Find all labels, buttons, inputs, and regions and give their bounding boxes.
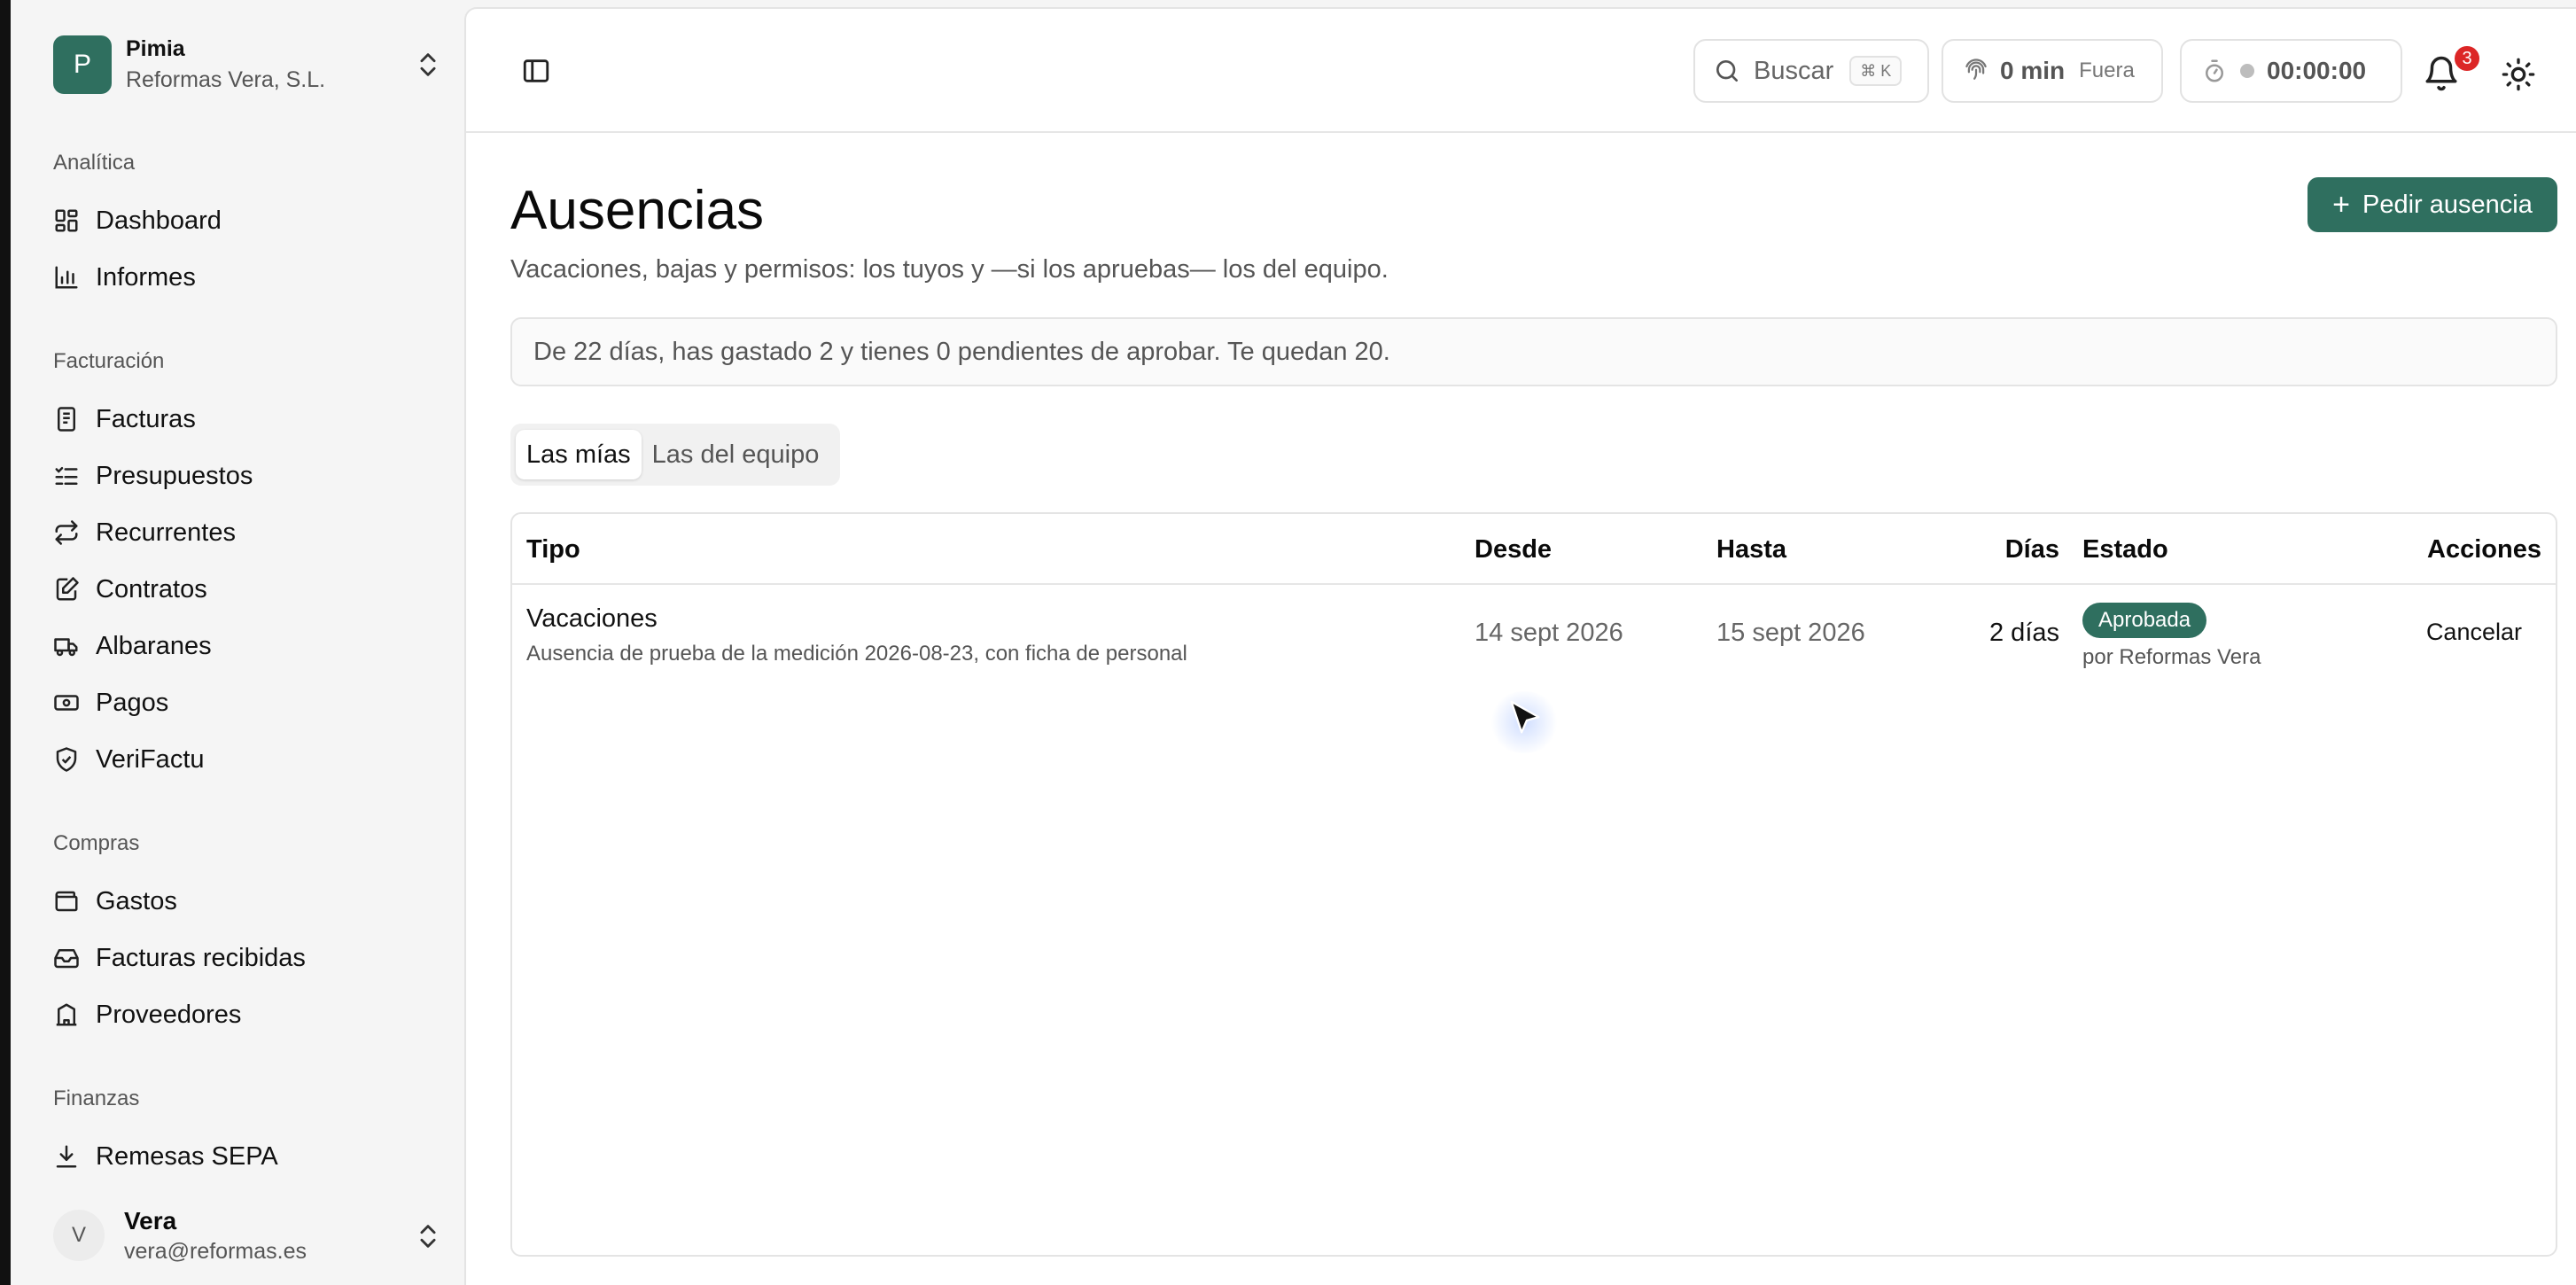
- edit-document-icon: [56, 577, 79, 601]
- main-panel: Buscar ⌘ K 0 min Fuera 00:00:00 3 Ausenc…: [464, 7, 2576, 1285]
- list-check-icon: [55, 467, 78, 485]
- org-name: Pimia: [126, 36, 185, 61]
- clock-in-button[interactable]: 0 min Fuera: [1942, 39, 2163, 103]
- sidebar-item-label: Remesas SEPA: [96, 1141, 278, 1171]
- timer-button[interactable]: 00:00:00: [2180, 39, 2402, 103]
- sidebar-item-contratos[interactable]: Contratos: [53, 568, 443, 611]
- sidebar-section-analitica: Analítica: [53, 151, 136, 175]
- search-icon: [1716, 60, 1738, 82]
- sidebar-item-verifactu[interactable]: VeriFactu: [53, 738, 443, 781]
- timer-value: 00:00:00: [2267, 57, 2367, 84]
- cancel-absence-button[interactable]: Cancelar: [2426, 619, 2522, 646]
- column-header-tipo[interactable]: Tipo: [526, 535, 580, 565]
- building-icon: [56, 1003, 77, 1026]
- sidebar-item-facturas-recibidas[interactable]: Facturas recibidas: [53, 937, 443, 979]
- sidebar: P Pimia Reformas Vera, S.L. Analítica Da…: [11, 0, 464, 1285]
- sidebar-item-remesas-sepa[interactable]: Remesas SEPA: [53, 1135, 443, 1178]
- sidebar-item-recurrentes[interactable]: Recurrentes: [53, 511, 443, 554]
- search-button[interactable]: Buscar ⌘ K: [1693, 39, 1929, 103]
- absence-from: 14 sept 2026: [1475, 619, 1623, 647]
- sidebar-item-label: Informes: [96, 262, 196, 292]
- column-header-acciones: Acciones: [2427, 535, 2541, 564]
- status-approved-by: por Reformas Vera: [2082, 645, 2261, 669]
- sidebar-item-label: Facturas: [96, 404, 196, 433]
- request-absence-label: Pedir ausencia: [2362, 190, 2533, 219]
- clock-in-status: Fuera: [2079, 58, 2135, 82]
- banknote-icon: [54, 695, 79, 711]
- absence-days: 2 días: [1989, 619, 2059, 647]
- truck-icon: [54, 638, 78, 657]
- download-icon: [56, 1145, 77, 1168]
- status-badge: Aprobada: [2082, 603, 2207, 638]
- request-absence-button[interactable]: + Pedir ausencia: [2308, 177, 2557, 232]
- clock-in-value: 0 min: [2000, 57, 2066, 84]
- stopwatch-icon: [2206, 59, 2223, 82]
- notification-badge: 3: [2453, 44, 2481, 73]
- org-logo: P: [53, 35, 112, 94]
- user-menu[interactable]: V Vera vera@reformas.es: [53, 1203, 443, 1267]
- tab-las-mias[interactable]: Las mías: [516, 430, 642, 479]
- absence-description: Ausencia de prueba de la medición 2026-0…: [526, 642, 1187, 666]
- sun-icon[interactable]: [2501, 57, 2536, 92]
- org-company: Reformas Vera, S.L.: [126, 67, 326, 92]
- inbox-icon: [54, 949, 79, 969]
- sidebar-item-label: Pagos: [96, 688, 169, 717]
- user-email: vera@reformas.es: [124, 1238, 307, 1264]
- sidebar-item-label: Contratos: [96, 574, 207, 604]
- sidebar-item-label: Facturas recibidas: [96, 943, 306, 972]
- sidebar-item-gastos[interactable]: Gastos: [53, 880, 443, 923]
- dashboard-icon: [55, 209, 78, 232]
- timer-status-dot: [2240, 64, 2254, 78]
- column-header-estado[interactable]: Estado: [2082, 535, 2168, 565]
- topbar: Buscar ⌘ K 0 min Fuera 00:00:00 3: [466, 9, 2576, 133]
- tab-las-del-equipo[interactable]: Las del equipo: [642, 430, 830, 479]
- sidebar-item-proveedores[interactable]: Proveedores: [53, 993, 443, 1036]
- absence-to: 15 sept 2026: [1716, 619, 1865, 647]
- sidebar-section-compras: Compras: [53, 831, 140, 855]
- table-row: Vacaciones Ausencia de prueba de la medi…: [512, 587, 2556, 686]
- mouse-cursor-icon: [1510, 700, 1540, 734]
- search-label: Buscar: [1754, 56, 1834, 85]
- user-name: Vera: [124, 1206, 177, 1234]
- search-shortcut: ⌘ K: [1849, 56, 1903, 86]
- tabs: Las mías Las del equipo: [510, 424, 840, 486]
- window-edge: [0, 0, 11, 1285]
- sidebar-item-label: Presupuestos: [96, 461, 253, 490]
- sidebar-section-facturacion: Facturación: [53, 349, 165, 373]
- chevron-up-down-icon: [420, 1225, 436, 1248]
- sidebar-toggle-icon[interactable]: [521, 56, 551, 86]
- plus-icon: +: [2332, 188, 2350, 222]
- sidebar-item-label: Gastos: [96, 886, 177, 915]
- sidebar-item-label: Dashboard: [96, 206, 222, 235]
- sidebar-item-label: Proveedores: [96, 1000, 242, 1029]
- chevron-up-down-icon: [420, 53, 436, 76]
- receipt-icon: [58, 407, 75, 432]
- column-header-dias[interactable]: Días: [2005, 535, 2059, 565]
- sidebar-item-label: Recurrentes: [96, 518, 236, 547]
- column-header-hasta[interactable]: Hasta: [1716, 535, 1786, 565]
- sidebar-section-finanzas: Finanzas: [53, 1086, 140, 1110]
- column-header-desde[interactable]: Desde: [1475, 535, 1552, 565]
- sidebar-item-presupuestos[interactable]: Presupuestos: [53, 455, 443, 497]
- balance-summary: De 22 días, has gastado 2 y tienes 0 pen…: [510, 317, 2557, 386]
- sidebar-item-facturas[interactable]: Facturas: [53, 398, 443, 440]
- absence-type: Vacaciones: [526, 604, 658, 633]
- page-title: Ausencias: [510, 180, 765, 241]
- shield-check-icon: [56, 747, 77, 772]
- fingerprint-icon: [1965, 58, 1987, 80]
- absences-table: Tipo Desde Hasta Días Estado Acciones Va…: [510, 512, 2557, 1257]
- repeat-icon: [55, 520, 78, 545]
- wallet-icon: [55, 891, 78, 912]
- bar-chart-icon: [55, 266, 78, 289]
- org-switcher[interactable]: P Pimia Reformas Vera, S.L.: [53, 35, 443, 94]
- sidebar-item-albaranes[interactable]: Albaranes: [53, 625, 443, 667]
- sidebar-item-label: VeriFactu: [96, 744, 205, 774]
- page-subtitle: Vacaciones, bajas y permisos: los tuyos …: [510, 255, 1389, 284]
- avatar: V: [53, 1210, 105, 1261]
- sidebar-item-dashboard[interactable]: Dashboard: [53, 199, 443, 242]
- sidebar-item-pagos[interactable]: Pagos: [53, 681, 443, 724]
- sidebar-item-label: Albaranes: [96, 631, 212, 660]
- sidebar-item-informes[interactable]: Informes: [53, 256, 443, 299]
- table-header: Tipo Desde Hasta Días Estado Acciones: [512, 514, 2556, 585]
